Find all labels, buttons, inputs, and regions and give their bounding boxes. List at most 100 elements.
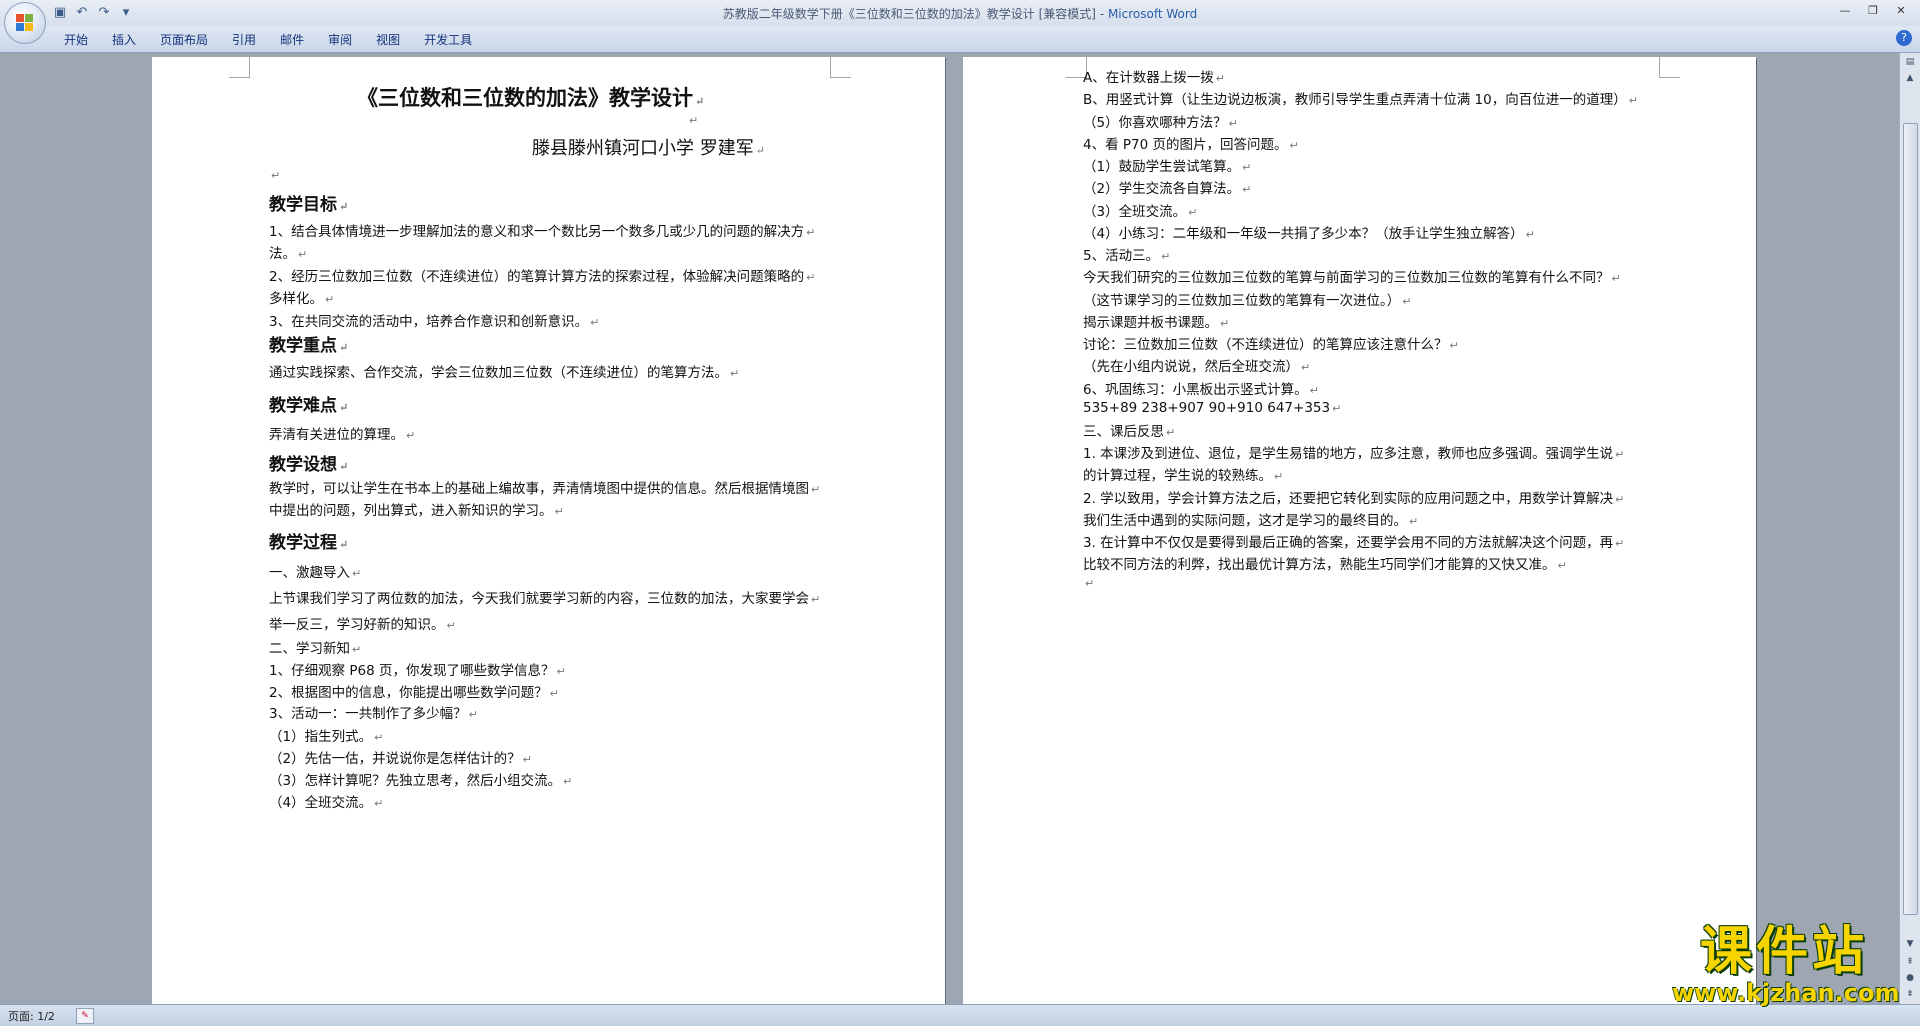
line-text: （2）学生交流各自算法。	[1083, 181, 1241, 197]
line-text: A、在计数器上拨一拨	[1083, 70, 1214, 86]
previous-page-icon[interactable]: ⇞	[1903, 955, 1917, 969]
paragraph-line: 535+89 238+907 90+910 647+353 ↵	[1083, 400, 1341, 416]
line-text: 讨论：三位数加三位数（不连续进位）的笔算应该注意什么？	[1083, 337, 1448, 353]
scroll-down-icon[interactable]: ▼	[1903, 937, 1917, 951]
paragraph-mark-icon: ↵	[1188, 206, 1198, 219]
paragraph-line: 中提出的问题，列出算式，进入新知识的学习。 ↵	[269, 499, 564, 519]
tab-page-layout[interactable]: 页面布局	[148, 29, 220, 51]
select-browse-object-icon[interactable]: ●	[1903, 971, 1917, 985]
close-icon[interactable]: ✕	[1888, 2, 1914, 20]
paragraph-line: （3）怎样计算呢？先独立思考，然后小组交流。 ↵	[269, 769, 572, 789]
paragraph-mark-icon: ↵	[1332, 402, 1342, 415]
page-2[interactable]: A、在计数器上拨一拨 ↵ B、用竖式计算（让生边说边板演，教师引导学生重点弄清十位满…	[963, 57, 1756, 1004]
paragraph-mark-icon: ↵	[590, 316, 600, 329]
paragraph-line: 今天我们研究的三位数加三位数的笔算与前面学习的三位数加三位数的笔算有什么不同？ ↵	[1083, 266, 1621, 286]
paragraph-line: 举一反三，学习好新的知识。 ↵	[269, 613, 456, 633]
paragraph-mark-icon: ↵	[1615, 448, 1625, 461]
paragraph-line: 2、经历三位数加三位数（不连续进位）的笔算计算方法的探索过程，体验解决问题策略的…	[269, 265, 815, 285]
paragraph-line: B、用竖式计算（让生边说边板演，教师引导学生重点弄清十位满 10，向百位进一的道…	[1083, 88, 1638, 108]
tab-review[interactable]: 审阅	[316, 29, 364, 51]
line-text: 通过实践探索、合作交流，学会三位数加三位数（不连续进位）的笔算方法。	[269, 365, 728, 381]
tab-view[interactable]: 视图	[364, 29, 412, 51]
paragraph-mark-icon: ↵	[339, 401, 349, 414]
title-bar: 苏教版二年级数学下册《三位数和三位数的加法》教学设计 [兼容模式] - Micr…	[0, 0, 1920, 26]
proofing-icon[interactable]: ✎	[76, 1008, 94, 1024]
paragraph-line: ↵	[687, 112, 698, 128]
line-text: 教学难点	[269, 396, 337, 416]
paragraph-line: 6、巩固练习：小黑板出示竖式计算。 ↵	[1083, 378, 1319, 398]
paragraph-line: 4、看 P70 页的图片，回答问题。 ↵	[1083, 133, 1299, 153]
title-separator: -	[1095, 7, 1108, 21]
line-text: （1）鼓励学生尝试笔算。	[1083, 159, 1241, 175]
minimize-icon[interactable]: —	[1832, 2, 1858, 20]
paragraph-line: 通过实践探索、合作交流，学会三位数加三位数（不连续进位）的笔算方法。 ↵	[269, 361, 739, 381]
paragraph-mark-icon: ↵	[1274, 470, 1284, 483]
paragraph-mark-icon: ↵	[374, 797, 384, 810]
paragraph-mark-icon: ↵	[554, 505, 564, 518]
paragraph-line: 弄清有关进位的算理。 ↵	[269, 423, 415, 443]
next-page-icon[interactable]: ⇟	[1903, 987, 1917, 1001]
status-bar: 页面: 1/2 ✎	[0, 1004, 1920, 1026]
paragraph-line: （5）你喜欢哪种方法？ ↵	[1083, 111, 1238, 131]
paragraph-mark-icon: ↵	[1161, 250, 1171, 263]
paragraph-mark-icon: ↵	[806, 226, 816, 239]
section-heading: 《三位数和三位数的加法》教学设计 ↵	[357, 82, 704, 112]
paragraph-mark-icon: ↵	[755, 144, 765, 157]
paragraph-line: A、在计数器上拨一拨 ↵	[1083, 66, 1225, 86]
tab-developer[interactable]: 开发工具	[412, 29, 484, 51]
paragraph-line: （4）全班交流。 ↵	[269, 791, 383, 811]
save-icon[interactable]: ▣	[52, 5, 68, 21]
paragraph-mark-icon: ↵	[563, 775, 573, 788]
paragraph-mark-icon: ↵	[1402, 295, 1412, 308]
maximize-icon[interactable]: ❐	[1860, 2, 1886, 20]
undo-icon[interactable]: ↶	[74, 5, 90, 21]
redo-icon[interactable]: ↷	[96, 5, 112, 21]
line-text: 教学设想	[269, 455, 337, 475]
page-1[interactable]: 《三位数和三位数的加法》教学设计 ↵ ↵ 滕县滕州镇河口小学 罗建军 ↵ ↵ 教学目标 ↵ 1、…	[152, 57, 945, 1004]
vertical-scrollbar[interactable]: ▤ ▲ ▼ ⇞ ● ⇟	[1899, 53, 1920, 1004]
window-controls: — ❐ ✕	[1832, 2, 1914, 20]
scroll-thumb[interactable]	[1903, 123, 1918, 915]
customize-icon[interactable]: ▾	[118, 5, 134, 21]
tab-references[interactable]: 引用	[220, 29, 268, 51]
paragraph-line: 三、课后反思 ↵	[1083, 420, 1175, 440]
tab-mailings[interactable]: 邮件	[268, 29, 316, 51]
line-text: 教学时，可以让学生在书本上的基础上编故事，弄清情境图中提供的信息。然后根据情境图	[269, 481, 809, 497]
ruler-toggle-icon[interactable]: ▤	[1903, 55, 1917, 69]
crop-mark	[830, 57, 851, 78]
line-text: 6、巩固练习：小黑板出示竖式计算。	[1083, 382, 1308, 398]
paragraph-mark-icon: ↵	[1615, 537, 1625, 550]
paragraph-line: 讨论：三位数加三位数（不连续进位）的笔算应该注意什么？ ↵	[1083, 333, 1459, 353]
document-title: 苏教版二年级数学下册《三位数和三位数的加法》教学设计 [兼容模式]	[722, 7, 1096, 21]
line-text: （4）全班交流。	[269, 795, 373, 811]
page-count[interactable]: 页面: 1/2	[8, 1008, 55, 1024]
paragraph-mark-icon: ↵	[1228, 117, 1238, 130]
line-text: 多样化。	[269, 291, 323, 307]
line-text: 5、活动三。	[1083, 248, 1160, 264]
paragraph-mark-icon: ↵	[352, 567, 362, 580]
line-text: （2）先估一估，并说说你是怎样估计的？	[269, 751, 521, 767]
line-text: 今天我们研究的三位数加三位数的笔算与前面学习的三位数加三位数的笔算有什么不同？	[1083, 270, 1610, 286]
line-text: 535+89 238+907 90+910 647+353	[1083, 400, 1331, 416]
scroll-up-icon[interactable]: ▲	[1903, 71, 1917, 85]
tab-insert[interactable]: 插入	[100, 29, 148, 51]
office-button[interactable]	[4, 2, 46, 44]
line-text: 1. 本课涉及到进位、退位，是学生易错的地方，应多注意，教师也应多强调。强调学生…	[1083, 446, 1614, 462]
line-text: 举一反三，学习好新的知识。	[269, 617, 445, 633]
tab-home[interactable]: 开始	[52, 29, 100, 51]
paragraph-mark-icon: ↵	[1085, 577, 1095, 590]
paragraph-mark-icon: ↵	[339, 341, 349, 354]
paragraph-mark-icon: ↵	[298, 248, 308, 261]
paragraph-line: （4）小练习：二年级和一年级一共捐了多少本？（放手让学生独立解答） ↵	[1083, 222, 1535, 242]
line-text: （1）指生列式。	[269, 729, 373, 745]
paragraph-mark-icon: ↵	[446, 619, 456, 632]
quick-access-toolbar: ▣ ↶ ↷ ▾	[52, 4, 134, 22]
section-heading: 教学目标 ↵	[269, 190, 348, 215]
help-icon[interactable]: ?	[1896, 30, 1912, 46]
paragraph-line: 3、活动一：一共制作了多少幅？ ↵	[269, 702, 478, 722]
window-title: 苏教版二年级数学下册《三位数和三位数的加法》教学设计 [兼容模式] - Micr…	[0, 5, 1920, 22]
paragraph-mark-icon: ↵	[339, 460, 349, 473]
crop-mark	[1659, 57, 1680, 78]
paragraph-mark-icon: ↵	[730, 367, 740, 380]
line-text: 2、经历三位数加三位数（不连续进位）的笔算计算方法的探索过程，体验解决问题策略的	[269, 269, 805, 285]
